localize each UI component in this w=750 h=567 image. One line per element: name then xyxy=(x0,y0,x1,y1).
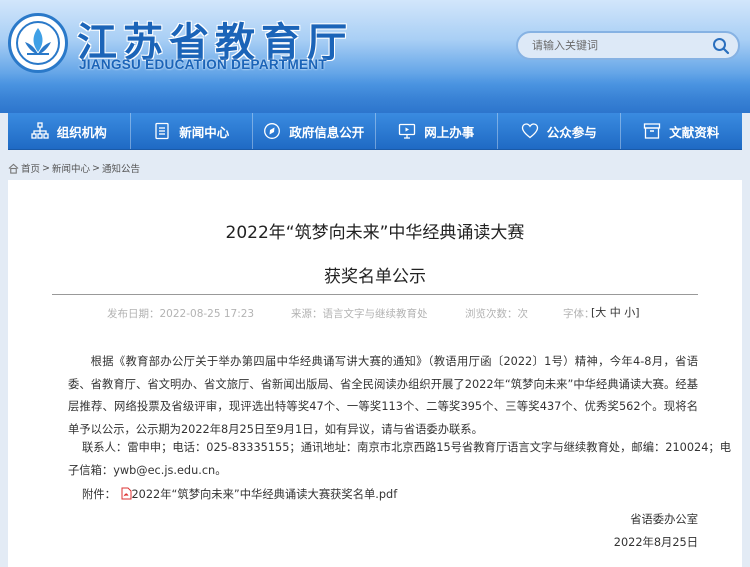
archive-icon xyxy=(644,123,661,139)
monitor-icon xyxy=(399,123,416,139)
search-icon[interactable] xyxy=(712,37,730,59)
article-paragraph: 根据《教育部办公厅关于举办第四届中华经典诵写讲大赛的通知》（教语用厅函〔2022… xyxy=(68,355,698,436)
nav-label: 网上办事 xyxy=(424,124,475,140)
signature-org: 省语委办公室 xyxy=(630,513,698,526)
font-small-button[interactable]: 小 xyxy=(624,306,635,319)
search-box xyxy=(516,31,740,60)
site-subtitle: JIANGSU EDUCATION DEPARTMENT xyxy=(79,57,327,72)
font-large-button[interactable]: 大 xyxy=(595,306,606,319)
font-size-switcher: [大 中 小] xyxy=(591,304,640,320)
header-glow xyxy=(0,73,750,113)
home-icon xyxy=(8,163,19,174)
nav-label: 新闻中心 xyxy=(179,124,230,140)
breadcrumb-home[interactable]: 首页 xyxy=(21,161,40,175)
article-title: 2022年“筑梦向未来”中华经典诵读大赛 xyxy=(225,223,525,243)
compass-icon xyxy=(264,123,281,139)
search-input[interactable] xyxy=(518,33,698,58)
attachment-link[interactable]: 2022年“筑梦向未来”中华经典诵读大赛获奖名单.pdf xyxy=(132,488,398,501)
attachment-row: 附件： 2022年“筑梦向未来”中华经典诵读大赛获奖名单.pdf xyxy=(82,486,397,503)
nav-label: 组织机构 xyxy=(56,124,107,140)
nav-item-news[interactable]: 新闻中心 xyxy=(131,113,253,149)
nav-item-organization[interactable]: 组织机构 xyxy=(8,113,131,149)
nav-item-online-services[interactable]: 网上办事 xyxy=(376,113,498,149)
font-size-label: 字体： xyxy=(563,308,595,320)
breadcrumb-notices[interactable]: 通知公告 xyxy=(102,161,140,175)
site-header: 江苏省教育厅 JIANGSU EDUCATION DEPARTMENT xyxy=(0,0,750,113)
org-chart-icon xyxy=(31,122,49,139)
nav-item-documents[interactable]: 文献资料 xyxy=(621,113,743,149)
article-source: 来源：语言文字与继续教育处 xyxy=(291,308,428,320)
breadcrumb: 首页 > 新闻中心 > 通知公告 xyxy=(8,158,140,178)
breadcrumb-separator: > xyxy=(92,162,100,174)
nav-item-public-participation[interactable]: 公众参与 xyxy=(498,113,621,149)
publish-date: 发布日期：2022-08-25 17:23 xyxy=(107,308,255,320)
nav-label: 政府信息公开 xyxy=(289,124,365,140)
nav-label: 公众参与 xyxy=(546,124,597,140)
font-medium-button[interactable]: 中 xyxy=(610,306,621,319)
main-nav: 组织机构 新闻中心 政府信息公开 网上办事 公众参与 文献资料 xyxy=(8,113,742,150)
article-subtitle: 获奖名单公示 xyxy=(324,267,426,287)
heart-icon xyxy=(521,123,538,139)
bracket: ] xyxy=(635,306,640,319)
title-divider xyxy=(52,294,698,295)
education-department-logo[interactable] xyxy=(8,13,68,73)
logo-emblem-icon xyxy=(16,21,60,65)
pdf-icon xyxy=(120,487,132,503)
document-icon xyxy=(155,122,169,140)
contact-line: 子信箱：ywb@ec.js.edu.cn。 xyxy=(68,464,227,477)
signature-date: 2022年8月25日 xyxy=(613,536,698,549)
view-count: 浏览次数：次 xyxy=(465,308,528,320)
attachment-label: 附件： xyxy=(82,488,116,501)
nav-item-gov-info[interactable]: 政府信息公开 xyxy=(253,113,376,149)
breadcrumb-separator: > xyxy=(42,162,50,174)
article-panel: 2022年“筑梦向未来”中华经典诵读大赛 获奖名单公示 发布日期：2022-08… xyxy=(8,180,742,567)
contact-line: 联系人：雷申申；电话：025-83335155；通讯地址：南京市北京西路15号省… xyxy=(82,441,732,454)
breadcrumb-news-center[interactable]: 新闻中心 xyxy=(52,161,90,175)
nav-label: 文献资料 xyxy=(669,124,720,140)
